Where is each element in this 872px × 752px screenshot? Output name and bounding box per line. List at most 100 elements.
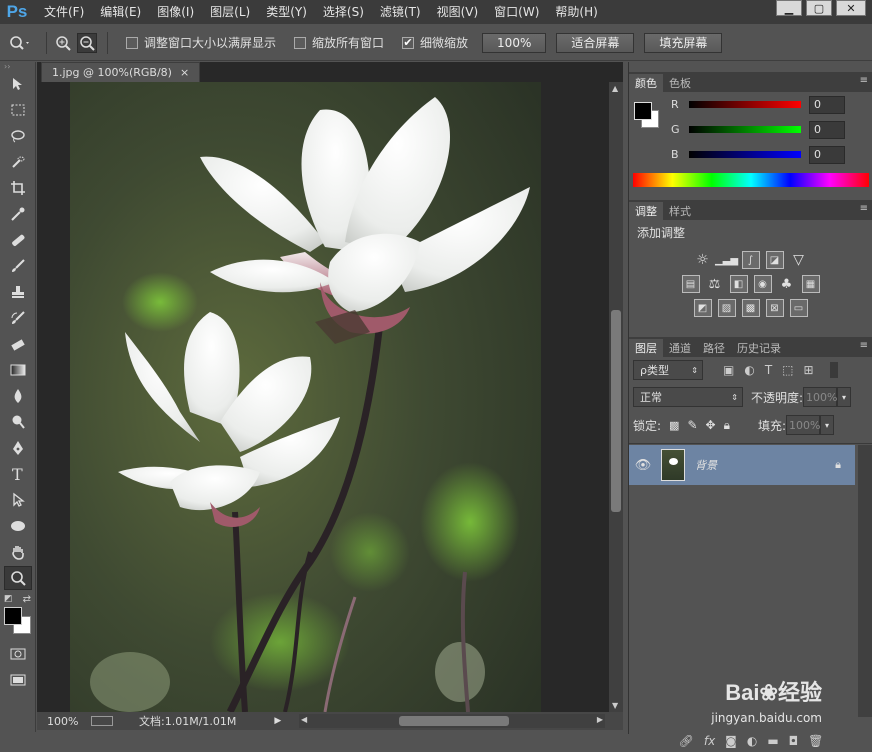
channel-mixer-icon[interactable]: ♣ <box>778 275 796 293</box>
menu-window[interactable]: 窗口(W) <box>486 0 547 24</box>
delete-layer-icon[interactable]: 🗑︎ <box>808 734 823 748</box>
fill-chevron-icon[interactable]: ▾ <box>820 415 835 435</box>
b-slider[interactable] <box>689 151 801 158</box>
black-white-icon[interactable]: ◧ <box>729 275 748 293</box>
fill-screen-button[interactable]: 填充屏幕 <box>644 32 723 53</box>
default-colors-icon[interactable]: ◩ <box>4 594 13 604</box>
quick-selection-tool-icon[interactable] <box>4 150 32 174</box>
panel-menu-icon[interactable]: ≡ <box>860 340 868 351</box>
quick-mask-icon[interactable] <box>4 642 32 666</box>
hand-tool-icon[interactable] <box>4 540 32 564</box>
lock-pixels-icon[interactable]: ✎ <box>687 418 697 432</box>
screen-mode-icon[interactable] <box>4 668 32 692</box>
status-options-icon[interactable] <box>91 716 113 726</box>
layer-style-icon[interactable]: fx <box>704 734 715 748</box>
move-tool-icon[interactable] <box>4 72 32 96</box>
panel-menu-icon[interactable]: ≡ <box>860 203 868 214</box>
tab-history[interactable]: 历史记录 <box>731 339 787 357</box>
healing-brush-tool-icon[interactable] <box>4 228 32 252</box>
invert-icon[interactable]: ◩ <box>693 299 712 317</box>
layers-scrollbar[interactable] <box>858 445 872 717</box>
posterize-icon[interactable]: ▨ <box>717 299 736 317</box>
dodge-tool-icon[interactable] <box>4 410 32 434</box>
menu-help[interactable]: 帮助(H) <box>547 0 605 24</box>
new-layer-icon[interactable]: ◘ <box>789 734 799 748</box>
g-slider[interactable] <box>689 126 801 133</box>
panel-menu-icon[interactable]: ≡ <box>860 75 868 86</box>
adjustment-filter-icon[interactable]: ◐ <box>744 363 754 377</box>
menu-type[interactable]: 类型(Y) <box>258 0 315 24</box>
image-canvas[interactable] <box>70 82 541 712</box>
menu-select[interactable]: 选择(S) <box>315 0 372 24</box>
hue-saturation-icon[interactable]: ▤ <box>681 275 700 293</box>
menu-file[interactable]: 文件(F) <box>36 0 92 24</box>
color-spectrum-ramp[interactable] <box>633 173 869 187</box>
crop-tool-icon[interactable] <box>4 176 32 200</box>
fit-screen-button[interactable]: 适合屏幕 <box>556 32 635 53</box>
zoom-level[interactable]: 100% <box>47 715 87 728</box>
r-value[interactable]: 0 <box>809 95 845 114</box>
zoom-tool-icon[interactable] <box>4 566 32 590</box>
horizontal-scrollbar[interactable]: ◀ ▶ <box>299 714 605 728</box>
scrubby-zoom-checkbox[interactable]: ✔ 细微缩放 <box>402 34 468 51</box>
threshold-icon[interactable]: ▩ <box>741 299 760 317</box>
maximize-button[interactable]: ▢ <box>806 0 832 16</box>
color-lookup-icon[interactable]: ▦ <box>801 275 820 293</box>
fill-input[interactable]: 100% <box>786 415 820 435</box>
opacity-chevron-icon[interactable]: ▾ <box>837 387 852 407</box>
pen-tool-icon[interactable] <box>4 436 32 460</box>
layer-name[interactable]: 背景 <box>695 457 717 473</box>
b-value[interactable]: 0 <box>809 145 845 164</box>
lock-position-icon[interactable]: ✥ <box>706 418 716 432</box>
type-tool-icon[interactable]: T <box>4 462 32 486</box>
close-window-button[interactable]: ✕ <box>836 0 866 16</box>
color-balance-icon[interactable]: ⚖ <box>706 275 724 293</box>
link-layers-icon[interactable]: 🔗︎ <box>679 734 694 748</box>
vertical-scrollbar[interactable]: ▲ ▼ <box>609 82 623 712</box>
scroll-left-icon[interactable]: ◀ <box>301 715 307 724</box>
zoom-100-button[interactable]: 100% <box>482 32 547 53</box>
tab-layers[interactable]: 图层 <box>629 339 663 357</box>
smart-object-filter-icon[interactable]: ⊞ <box>804 363 814 377</box>
horizontal-scroll-thumb[interactable] <box>399 716 509 726</box>
gradient-tool-icon[interactable] <box>4 358 32 382</box>
brightness-contrast-icon[interactable]: ☼ <box>694 251 712 269</box>
zoom-out-icon[interactable] <box>77 32 97 53</box>
type-filter-icon[interactable]: T <box>765 363 772 377</box>
exposure-icon[interactable]: ◪ <box>765 251 784 269</box>
tab-styles[interactable]: 样式 <box>663 202 697 220</box>
scroll-right-icon[interactable]: ▶ <box>597 715 603 724</box>
opacity-input[interactable]: 100% <box>803 387 838 407</box>
new-group-icon[interactable]: ▬ <box>767 734 778 748</box>
status-menu-icon[interactable]: ▶ <box>274 716 281 726</box>
history-brush-tool-icon[interactable] <box>4 306 32 330</box>
tab-adjustments[interactable]: 调整 <box>629 202 663 220</box>
levels-icon[interactable]: ▁▃▅ <box>715 251 738 269</box>
close-tab-icon[interactable]: × <box>180 66 189 79</box>
eyedropper-tool-icon[interactable] <box>4 202 32 226</box>
zoom-all-checkbox[interactable]: 缩放所有窗口 <box>294 34 384 51</box>
lasso-tool-icon[interactable] <box>4 124 32 148</box>
foreground-color-swatch[interactable] <box>4 607 22 625</box>
add-mask-icon[interactable]: ◙ <box>725 734 737 748</box>
tab-swatches[interactable]: 色板 <box>663 74 697 92</box>
menu-filter[interactable]: 滤镜(T) <box>372 0 429 24</box>
menu-edit[interactable]: 编辑(E) <box>92 0 149 24</box>
blur-tool-icon[interactable] <box>4 384 32 408</box>
brush-tool-icon[interactable] <box>4 254 32 278</box>
swap-colors-icon[interactable]: ⇄ <box>23 594 31 605</box>
photo-filter-icon[interactable]: ◉ <box>753 275 772 293</box>
zoom-tool-preset[interactable] <box>0 35 40 51</box>
vibrance-icon[interactable]: ▽ <box>790 251 808 269</box>
minimize-button[interactable]: ▁ <box>776 0 802 16</box>
new-adjustment-icon[interactable]: ◐ <box>747 734 757 748</box>
visibility-eye-icon[interactable]: 👁︎ <box>629 458 657 473</box>
clone-stamp-tool-icon[interactable] <box>4 280 32 304</box>
layer-row-background[interactable]: 👁︎ 背景 🔒︎ <box>629 445 855 485</box>
selective-color-icon[interactable]: ⊠ <box>765 299 784 317</box>
g-value[interactable]: 0 <box>809 120 845 139</box>
resize-windows-checkbox[interactable]: 调整窗口大小以满屏显示 <box>126 34 276 51</box>
lock-all-icon[interactable]: 🔒︎ <box>724 418 730 433</box>
r-slider[interactable] <box>689 101 801 108</box>
blend-mode-dropdown[interactable]: 正常 ⇕ <box>633 387 743 407</box>
